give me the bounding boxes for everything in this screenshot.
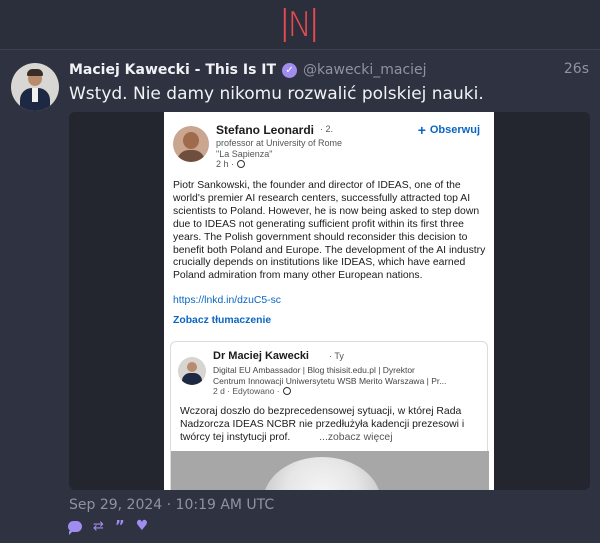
shared-author-avatar bbox=[178, 357, 206, 385]
shared-post: Dr Maciej Kawecki · Ty Digital EU Ambass… bbox=[170, 341, 489, 490]
tweet-timestamp[interactable]: Sep 29, 2024 · 10:19 AM UTC bbox=[69, 497, 274, 513]
shared-post-photo bbox=[171, 451, 489, 490]
author-avatar[interactable] bbox=[11, 63, 59, 111]
follow-button: + Obserwuj bbox=[417, 122, 480, 138]
post-author-avatar bbox=[173, 126, 209, 162]
post-author-headline-2: "La Sapienza" bbox=[216, 149, 273, 159]
post-author-name: Stefano Leonardi bbox=[216, 123, 315, 137]
top-bar: N bbox=[0, 0, 600, 50]
shared-author-name: Dr Maciej Kawecki bbox=[213, 350, 309, 362]
verified-check-badge-icon: ✓ bbox=[282, 62, 298, 78]
linkedin-post-screenshot: Stefano Leonardi · 2. + Obserwuj professo… bbox=[164, 112, 494, 490]
tweet-actions: ⇄ ” ♥ bbox=[68, 517, 148, 535]
tweet-media[interactable]: Stefano Leonardi · 2. + Obserwuj professo… bbox=[69, 112, 590, 490]
shared-post-body: Wczoraj doszło do bezprecedensowej sytua… bbox=[180, 406, 465, 443]
tweet: Maciej Kawecki - This Is IT ✓ @kawecki_m… bbox=[0, 50, 600, 543]
shared-post-age: 2 d · Edytowano · bbox=[213, 386, 291, 396]
author-handle[interactable]: @kawecki_maciej bbox=[303, 62, 427, 78]
tweet-header: Maciej Kawecki - This Is IT ✓ @kawecki_m… bbox=[69, 61, 427, 79]
globe-icon bbox=[237, 160, 246, 168]
post-author-headline: professor at University of Rome bbox=[216, 138, 343, 148]
tweet-age[interactable]: 26s bbox=[564, 61, 589, 77]
shared-author-degree: · Ty bbox=[329, 351, 344, 361]
shared-author-headline-2: Centrum Innowacji Uniwersytetu WSB Merit… bbox=[213, 376, 447, 386]
see-more-link: ...zobacz więcej bbox=[319, 431, 393, 443]
plus-icon: + bbox=[417, 122, 426, 138]
quote-icon[interactable]: ” bbox=[115, 517, 125, 535]
shared-author-headline: Digital EU Ambassador | Blog thisisit.ed… bbox=[213, 365, 415, 375]
post-age: 2 h · bbox=[216, 159, 246, 169]
translate-link: Zobacz tłumaczenie bbox=[173, 315, 272, 326]
post-author-degree: · 2. bbox=[320, 124, 334, 134]
post-body: Piotr Sankowski, the founder and directo… bbox=[173, 180, 486, 282]
retweet-icon[interactable]: ⇄ bbox=[93, 519, 104, 534]
reply-icon[interactable] bbox=[68, 520, 82, 535]
post-link: https://lnkd.in/dzuC5-sc bbox=[173, 295, 281, 306]
tweet-text: Wstyd. Nie damy nikomu rozwalić polskiej… bbox=[69, 84, 484, 104]
author-name[interactable]: Maciej Kawecki - This Is IT bbox=[69, 62, 276, 78]
globe-icon bbox=[282, 387, 291, 395]
heart-icon[interactable]: ♥ bbox=[136, 518, 149, 534]
app-logo[interactable]: N bbox=[283, 7, 316, 42]
